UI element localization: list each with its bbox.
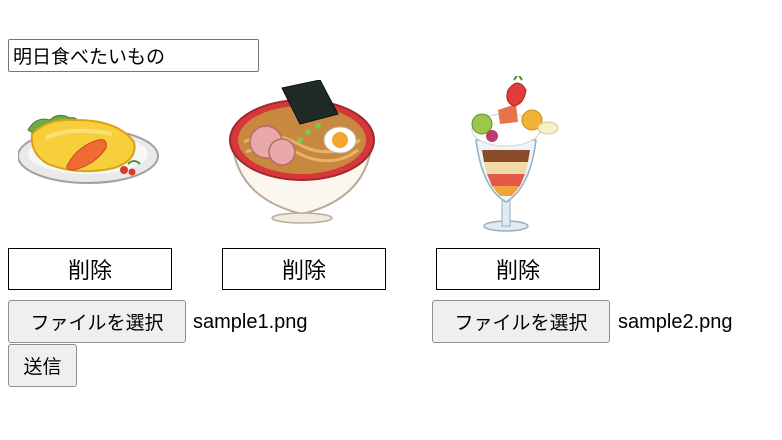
choose-file-button-1[interactable]: ファイルを選択 — [8, 300, 186, 343]
file-name-2: sample2.png — [618, 311, 733, 333]
ramen-image — [229, 80, 375, 224]
omurice-image — [18, 114, 159, 184]
title-input[interactable] — [8, 39, 259, 72]
delete-button-3[interactable]: 削除 — [436, 248, 600, 290]
parfait-image — [471, 76, 559, 232]
file-name-1: sample1.png — [193, 311, 308, 333]
delete-button-1[interactable]: 削除 — [8, 248, 172, 290]
choose-file-button-2[interactable]: ファイルを選択 — [432, 300, 610, 343]
submit-button[interactable]: 送信 — [8, 344, 77, 387]
delete-button-2[interactable]: 削除 — [222, 248, 386, 290]
